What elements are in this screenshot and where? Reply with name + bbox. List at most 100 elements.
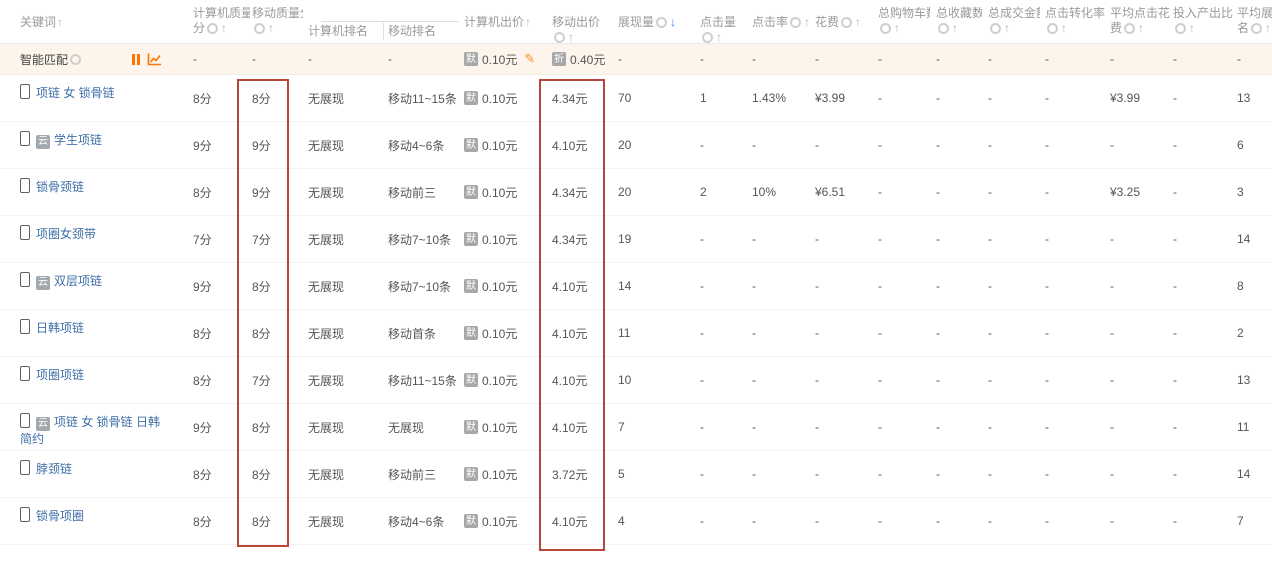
help-icon[interactable] (70, 54, 81, 65)
keyword-row: 云学生项链9分9分无展现移动4~6条默0.10元4.10元20---------… (0, 122, 1272, 169)
help-icon[interactable] (841, 17, 852, 28)
keyword-link[interactable]: 脖颈链 (36, 462, 72, 476)
col-header-total-gmv[interactable]: 总成交金额 ↑ (982, 0, 1040, 43)
help-icon[interactable] (207, 23, 218, 34)
col-header-pc-quality-score-l2: 分 (193, 21, 205, 35)
col-header-cost[interactable]: 花费↑ (810, 0, 868, 43)
help-icon[interactable] (554, 32, 565, 43)
cell-cart: - (868, 498, 930, 544)
keyword-link[interactable]: 锁骨颈链 (36, 180, 84, 194)
cell-cart: - (868, 310, 930, 356)
help-icon[interactable] (990, 23, 1001, 34)
help-icon[interactable] (702, 32, 713, 43)
col-header-mobile-bid[interactable]: 移动出价↑ (538, 0, 612, 43)
default-bid-badge-icon: 默 (464, 326, 478, 340)
help-icon[interactable] (790, 17, 801, 28)
col-header-total-cart[interactable]: 总购物车数 ↑ (868, 0, 930, 43)
cell-mb-score: 8分 (250, 451, 303, 497)
sort-up-icon[interactable]: ↑ (952, 21, 958, 35)
col-header-mobile-bid-label: 移动出价 (552, 15, 600, 29)
cell-pc-score: 8分 (190, 451, 250, 497)
keyword-link[interactable]: 项圈项链 (36, 368, 84, 382)
cell-avg-rank: 13 (1233, 357, 1272, 403)
col-header-clicks[interactable]: 点击量↑ (690, 0, 748, 43)
keyword-link[interactable]: 项链 女 锁骨链 (36, 86, 115, 100)
col-header-roi[interactable]: 投入产出比 ↑ (1170, 0, 1233, 43)
sort-up-icon[interactable]: ↑ (894, 21, 900, 35)
help-icon[interactable] (1251, 23, 1262, 34)
help-icon[interactable] (1047, 23, 1058, 34)
sort-up-icon[interactable]: ↑ (1138, 21, 1144, 35)
cell-mb-score: 8分 (250, 404, 303, 450)
sort-up-icon[interactable]: ↑ (1265, 21, 1271, 35)
col-header-total-fav[interactable]: 总收藏数 ↑ (930, 0, 982, 43)
cell-avg-rank: 8 (1233, 263, 1272, 309)
keyword-link[interactable]: 锁骨项圈 (36, 509, 84, 523)
help-icon[interactable] (938, 23, 949, 34)
sort-up-icon[interactable]: ↑ (268, 21, 274, 35)
cell-keyword: 脖颈链 (0, 451, 190, 497)
cloud-tag-icon: 云 (36, 417, 50, 431)
help-icon[interactable] (1124, 23, 1135, 34)
cell-cost: - (810, 263, 868, 309)
cell-clicks: - (690, 44, 748, 74)
cell-mb-bid: 4.10元 (538, 122, 612, 168)
col-header-avg-cpc[interactable]: 平均点击花 费↑ (1105, 0, 1170, 43)
col-header-pc-quality-score[interactable]: 计算机质量 分↑ (190, 0, 250, 43)
edit-bid-pencil-icon[interactable]: ✎ (524, 51, 535, 67)
sort-up-icon[interactable]: ↑ (716, 30, 722, 43)
col-header-mobile-quality-score[interactable]: 移动质量分 ↑ (250, 0, 303, 43)
keyword-link[interactable]: 日韩项链 (36, 321, 84, 335)
cell-pc-rank: 无展现 (303, 310, 383, 356)
sort-up-icon[interactable]: ↑ (1061, 21, 1067, 35)
col-header-avg-display-rank[interactable]: 平均展现排 名↑ (1233, 0, 1272, 43)
cell-ctr: - (748, 263, 810, 309)
cell-pc-score: 8分 (190, 498, 250, 544)
cell-pc-bid: 默0.10元 (460, 263, 538, 309)
sort-up-icon[interactable]: ↑ (1189, 21, 1195, 35)
sort-up-icon[interactable]: ↑ (1004, 21, 1010, 35)
keyword-row: 锁骨项圈8分8分无展现移动4~6条默0.10元4.10元4---------7 (0, 498, 1272, 545)
cell-gmv: - (982, 404, 1040, 450)
col-header-impressions[interactable]: 展现量↓ (612, 0, 690, 43)
col-header-keyword[interactable]: 关键词↑ (0, 0, 190, 43)
sort-up-icon[interactable]: ↑ (57, 15, 63, 29)
help-icon[interactable] (656, 17, 667, 28)
sort-up-icon[interactable]: ↑ (855, 15, 861, 29)
cell-cvr: - (1040, 263, 1105, 309)
cell-mb-bid: 4.10元 (538, 263, 612, 309)
cell-impressions: 19 (612, 216, 690, 262)
cell-mb-rank: 无展现 (383, 404, 460, 450)
keyword-link[interactable]: 双层项链 (54, 274, 102, 288)
cell-mb-rank: 移动11~15条 (383, 75, 460, 121)
cell-gmv: - (982, 263, 1040, 309)
cell-pc-bid: 默0.10元 (460, 310, 538, 356)
sort-up-icon[interactable]: ↑ (568, 30, 574, 43)
cell-ctr: 1.43% (748, 75, 810, 121)
help-icon[interactable] (254, 23, 265, 34)
keyword-link[interactable]: 学生项链 (54, 133, 102, 147)
col-header-mobile-rank-label: 移动排名 (388, 24, 436, 38)
cell-cart: - (868, 44, 930, 74)
pause-icon[interactable] (132, 54, 140, 65)
line-chart-icon[interactable] (147, 53, 162, 66)
cell-avg-rank: 2 (1233, 310, 1272, 356)
cell-avg-rank: 7 (1233, 498, 1272, 544)
sort-up-icon[interactable]: ↑ (221, 21, 227, 35)
col-header-pc-bid[interactable]: 计算机出价↑ (460, 0, 538, 43)
cell-cost: ¥3.99 (810, 75, 868, 121)
cell-pc-score: 9分 (190, 122, 250, 168)
col-header-keyword-label: 关键词 (20, 15, 56, 29)
sort-up-icon[interactable]: ↑ (525, 15, 531, 29)
mobile-phone-icon (20, 272, 30, 287)
keyword-link[interactable]: 项圈女颈带 (36, 227, 96, 241)
cell-fav: - (930, 75, 982, 121)
col-header-cvr[interactable]: 点击转化率 ↑ (1040, 0, 1105, 43)
col-header-ctr[interactable]: 点击率↑ (748, 0, 810, 43)
sort-down-active-icon[interactable]: ↓ (670, 15, 676, 29)
cell-mb-bid: 4.10元 (538, 310, 612, 356)
cell-avg-cpc: - (1105, 216, 1170, 262)
help-icon[interactable] (1175, 23, 1186, 34)
help-icon[interactable] (880, 23, 891, 34)
cell-avg-rank: 3 (1233, 169, 1272, 215)
